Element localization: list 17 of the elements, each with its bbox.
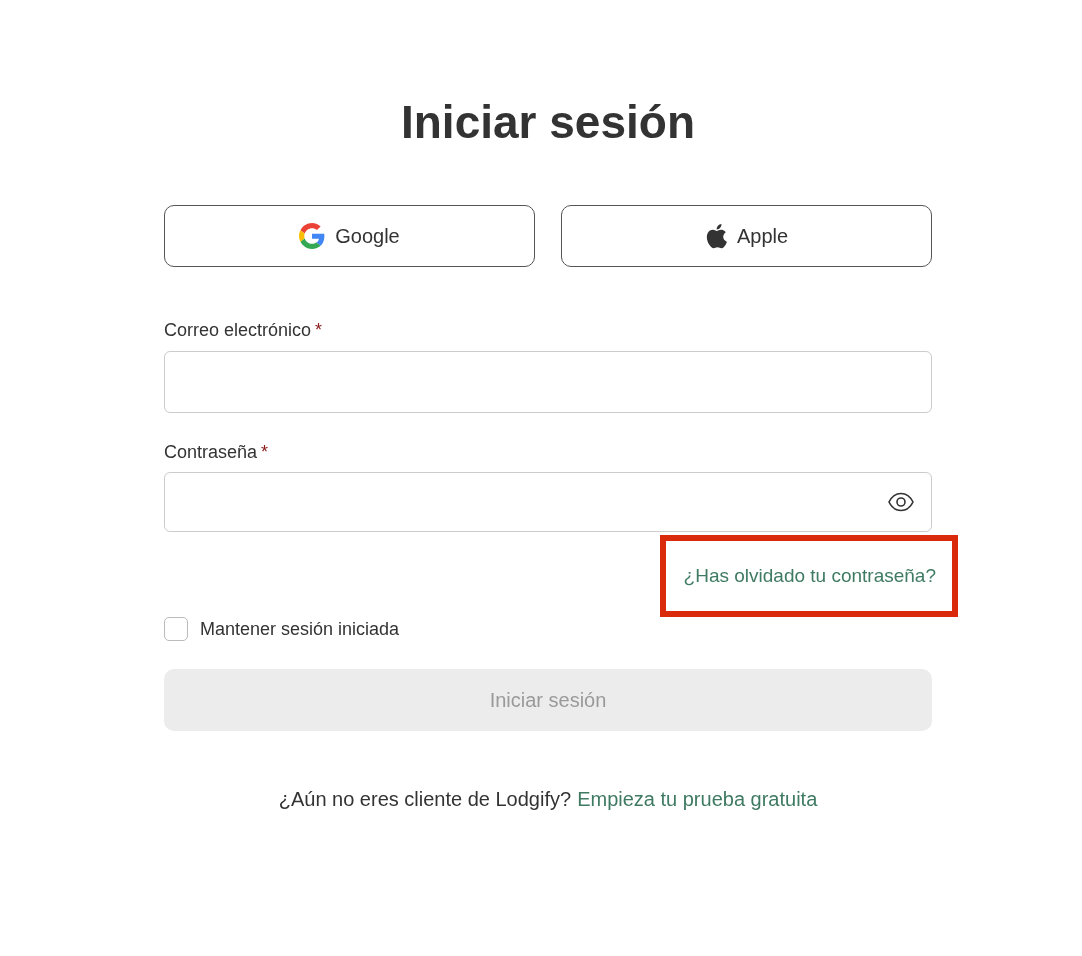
field-label: Correo electrónico [164,319,312,341]
apple-icon [704,223,727,249]
social-login-button[interactable]: Apple [561,205,932,267]
google-icon [299,223,326,249]
page-title: Iniciar sesión [401,95,695,150]
signup-prompt: ¿Aún no eres cliente de Lodgify? [278,787,572,811]
signup-link[interactable]: Empieza tu prueba gratuita [577,787,818,811]
field-label: Contraseña [164,441,258,463]
password-field[interactable] [164,472,932,532]
show-password-icon[interactable] [887,492,915,512]
required-mark: * [315,319,323,341]
social-login-button[interactable]: Google [164,205,535,267]
email-field[interactable] [164,351,932,413]
forgot-password-link[interactable]: ¿Has olvidado tu contraseña? [683,565,936,587]
checkbox-label: Mantener sesión iniciada [200,618,400,640]
checkbox[interactable] [164,617,188,641]
required-mark: * [261,441,269,463]
